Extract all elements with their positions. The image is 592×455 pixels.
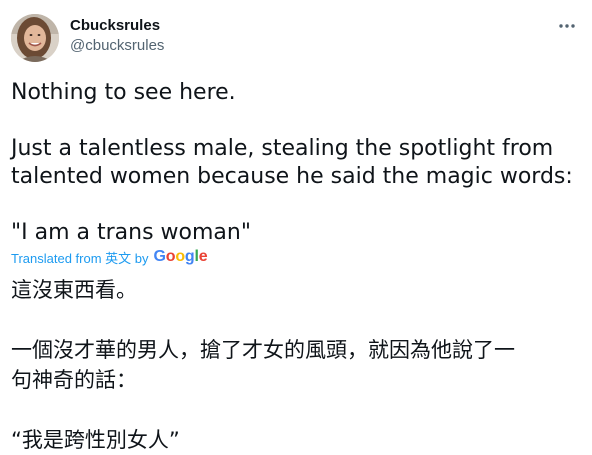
google-logo-letter: g <box>184 248 195 265</box>
translated-text-line: 句神奇的話： <box>11 368 137 392</box>
google-logo-letter: o <box>175 248 185 265</box>
author-names[interactable]: Cbucksrules @cbucksrules <box>70 16 164 56</box>
more-horizontal-icon[interactable] <box>555 16 579 36</box>
tweet-text-line: Nothing to see here. <box>11 80 236 105</box>
google-logo-letter: e <box>198 248 208 265</box>
translated-text-line: 這沒東西看。 <box>11 278 137 302</box>
google-logo-letter: G <box>153 248 166 265</box>
translated-text-line: 一個沒才華的男人，搶了才女的風頭，就因為他說了一 <box>11 338 515 362</box>
translated-by-google-link[interactable]: Translated from 英文 by Google <box>11 247 208 267</box>
avatar[interactable] <box>11 14 59 62</box>
tweet-header: Cbucksrules @cbucksrules <box>11 14 581 62</box>
tweet[interactable]: Cbucksrules @cbucksrules Nothing to see … <box>0 0 592 454</box>
tweet-text: Nothing to see here. Just a talentless m… <box>11 79 583 247</box>
translated-text: 這沒東西看。 一個沒才華的男人，搶了才女的風頭，就因為他說了一 句神奇的話： “… <box>11 275 583 455</box>
tweet-text-line: Just a talentless male, stealing the spo… <box>11 136 554 161</box>
author-display-name[interactable]: Cbucksrules <box>70 16 164 36</box>
google-logo-letter: o <box>165 248 176 265</box>
google-logo: Google <box>154 248 208 266</box>
author-handle[interactable]: @cbucksrules <box>70 36 164 56</box>
tweet-text-line: talented women because he said the magic… <box>11 164 573 189</box>
translated-from-label[interactable]: Translated from 英文 by <box>11 248 149 267</box>
tweet-text-line: "I am a trans woman" <box>11 220 251 245</box>
translated-text-line: “我是跨性別女人” <box>11 428 180 452</box>
